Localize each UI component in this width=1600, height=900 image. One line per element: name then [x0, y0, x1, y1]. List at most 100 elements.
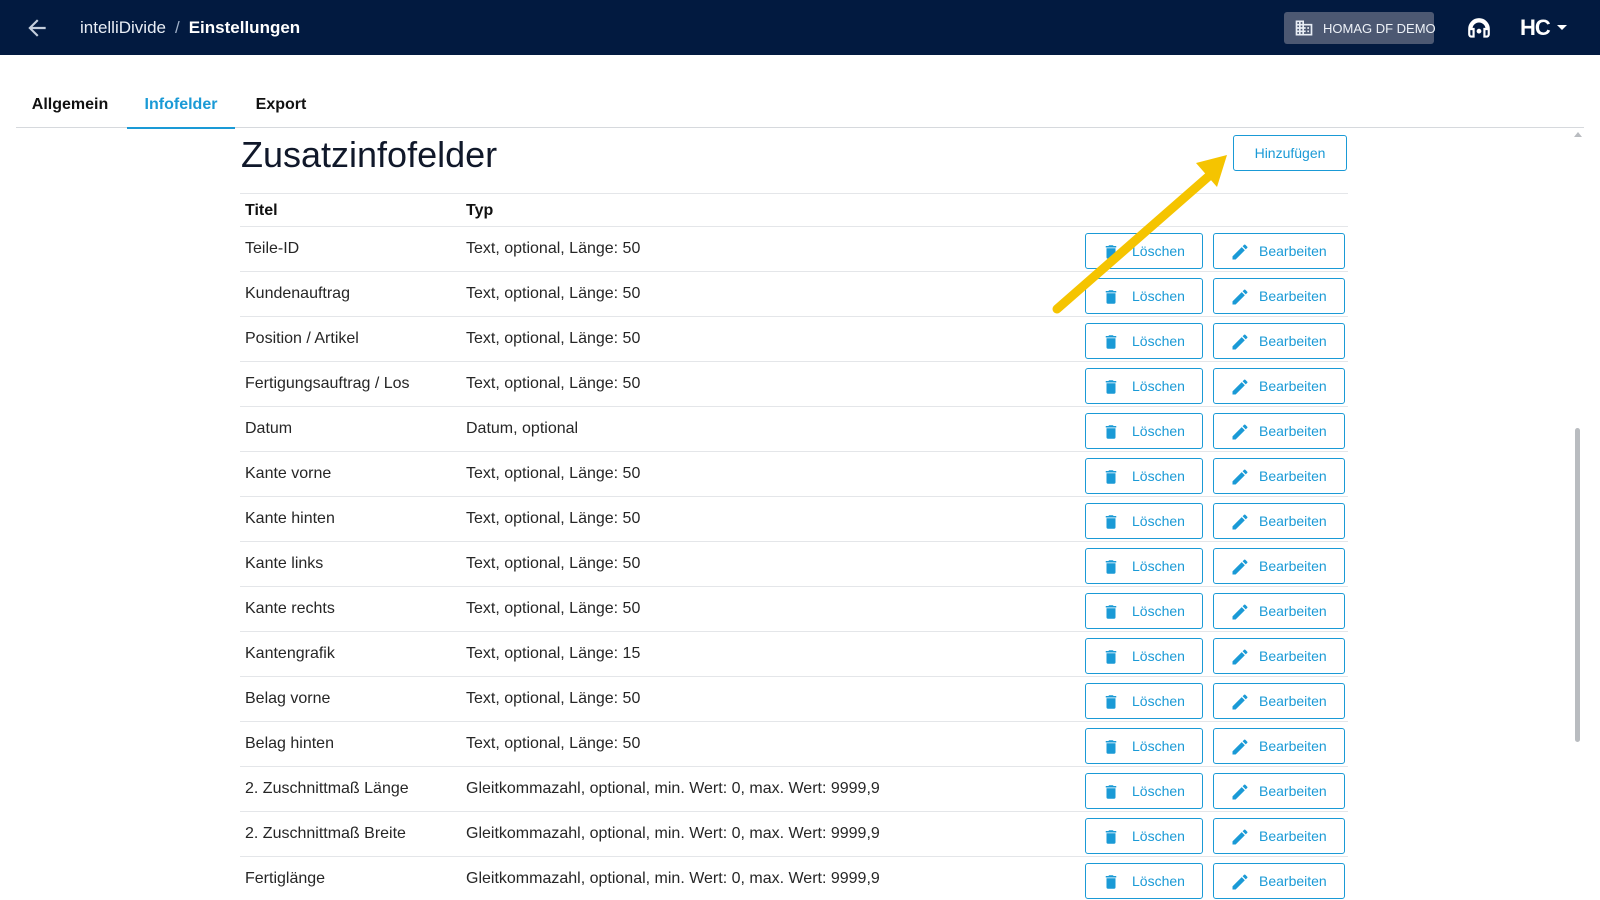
row-type: Text, optional, Länge: 50 [466, 285, 641, 302]
row-title: Datum [245, 420, 293, 437]
edit-button[interactable]: Bearbeiten [1213, 278, 1345, 314]
table-body: Teile-ID Text, optional, Länge: 50 Löschen… [240, 227, 1348, 900]
row-type: Gleitkommazahl, optional, min. Wert: 0, … [466, 870, 880, 887]
delete-button[interactable]: Löschen [1085, 323, 1203, 359]
edit-button-label: Bearbeiten [1259, 873, 1327, 889]
trash-icon [1105, 875, 1117, 889]
app-logo: HC [1520, 15, 1551, 40]
delete-button-label: Löschen [1132, 558, 1185, 574]
settings-tabs: Allgemein Infofelder Export [16, 82, 1584, 129]
delete-button[interactable]: Löschen [1085, 818, 1203, 854]
tab-export[interactable]: Export [242, 82, 320, 128]
column-header-title: Titel [245, 201, 278, 219]
edit-button[interactable]: Bearbeiten [1213, 323, 1345, 359]
table-row: 2. Zuschnittmaß Länge Gleitkommazahl, opt… [240, 767, 1348, 812]
edit-button-label: Bearbeiten [1259, 603, 1327, 619]
edit-button[interactable]: Bearbeiten [1213, 818, 1345, 854]
delete-button[interactable]: Löschen [1085, 728, 1203, 764]
pencil-icon [1232, 829, 1248, 845]
edit-button-label: Bearbeiten [1259, 648, 1327, 664]
back-button[interactable] [24, 15, 50, 41]
edit-button[interactable]: Bearbeiten [1213, 458, 1345, 494]
delete-button[interactable]: Löschen [1085, 683, 1203, 719]
row-type: Text, optional, Länge: 15 [466, 645, 641, 662]
edit-button[interactable]: Bearbeiten [1213, 413, 1345, 449]
row-title: Kante vorne [245, 465, 332, 482]
edit-button[interactable]: Bearbeiten [1213, 728, 1345, 764]
edit-button-label: Bearbeiten [1259, 333, 1327, 349]
scrollbar-thumb[interactable] [1575, 428, 1580, 742]
building-icon [1295, 20, 1313, 36]
row-title: Fertigungsauftrag / Los [245, 375, 410, 392]
edit-button[interactable]: Bearbeiten [1213, 548, 1345, 584]
delete-button[interactable]: Löschen [1085, 773, 1203, 809]
edit-button[interactable]: Bearbeiten [1213, 503, 1345, 539]
table-row: Datum Datum, optional Löschen Bearbeiten [240, 407, 1348, 452]
delete-button[interactable]: Löschen [1085, 593, 1203, 629]
delete-button[interactable]: Löschen [1085, 368, 1203, 404]
row-type: Datum, optional [466, 420, 579, 437]
row-title: Kantengrafik [245, 645, 335, 662]
edit-button[interactable]: Bearbeiten [1213, 233, 1345, 269]
row-title: Kante rechts [245, 600, 335, 617]
delete-button[interactable]: Löschen [1085, 548, 1203, 584]
delete-button-label: Löschen [1132, 873, 1185, 889]
breadcrumb-separator: / [174, 17, 180, 37]
edit-button[interactable]: Bearbeiten [1213, 683, 1345, 719]
delete-button-label: Löschen [1132, 783, 1185, 799]
breadcrumb-app[interactable]: intelliDivide [80, 18, 166, 38]
delete-button[interactable]: Löschen [1085, 638, 1203, 674]
delete-button-label: Löschen [1132, 738, 1185, 754]
table-row: Belag vorne Text, optional, Länge: 50 Lösc… [240, 677, 1348, 722]
edit-button[interactable]: Bearbeiten [1213, 863, 1345, 899]
tab-allgemein[interactable]: Allgemein [16, 82, 124, 128]
row-title: Position / Artikel [245, 330, 359, 347]
edit-button[interactable]: Bearbeiten [1213, 773, 1345, 809]
delete-button-label: Löschen [1132, 648, 1185, 664]
row-title: 2. Zuschnittmaß Breite [245, 825, 406, 842]
table-row: Kante vorne Text, optional, Länge: 50 Lösc… [240, 452, 1348, 497]
pencil-icon [1232, 784, 1248, 800]
scroll-up-arrow[interactable] [1574, 132, 1582, 137]
support-button[interactable] [1466, 16, 1492, 42]
delete-button[interactable]: Löschen [1085, 458, 1203, 494]
edit-button-label: Bearbeiten [1259, 243, 1327, 259]
delete-button[interactable]: Löschen [1085, 863, 1203, 899]
row-title: Kante hinten [245, 510, 335, 527]
pencil-icon [1232, 739, 1248, 755]
trash-icon [1105, 560, 1117, 574]
breadcrumb: intelliDivide / Einstellungen [80, 0, 300, 55]
edit-button[interactable]: Bearbeiten [1213, 368, 1345, 404]
delete-button[interactable]: Löschen [1085, 278, 1203, 314]
row-type: Text, optional, Länge: 50 [466, 240, 641, 257]
row-title: Belag hinten [245, 735, 334, 752]
delete-button-label: Löschen [1132, 693, 1185, 709]
table-row: Belag hinten Text, optional, Länge: 50 Lös… [240, 722, 1348, 767]
add-button[interactable]: Hinzufügen [1233, 135, 1347, 171]
caret-down-icon [1556, 25, 1567, 30]
delete-button-label: Löschen [1132, 828, 1185, 844]
edit-button[interactable]: Bearbeiten [1213, 593, 1345, 629]
edit-button-label: Bearbeiten [1259, 378, 1327, 394]
delete-button-label: Löschen [1132, 423, 1185, 439]
edit-button-label: Bearbeiten [1259, 693, 1327, 709]
top-bar: intelliDivide / Einstellungen HOMAG DF D… [0, 0, 1600, 55]
row-title: Kante links [245, 555, 324, 572]
delete-button[interactable]: Löschen [1085, 233, 1203, 269]
trash-icon [1105, 470, 1117, 484]
delete-button-label: Löschen [1132, 378, 1185, 394]
app-switcher-button[interactable]: HC [1520, 14, 1568, 42]
pencil-icon [1232, 469, 1248, 485]
delete-button[interactable]: Löschen [1085, 413, 1203, 449]
tab-infofelder[interactable]: Infofelder [127, 82, 235, 129]
edit-button-label: Bearbeiten [1259, 828, 1327, 844]
column-header-type: Typ [466, 201, 494, 219]
row-title: Kundenauftrag [245, 285, 350, 302]
edit-button-label: Bearbeiten [1259, 468, 1327, 484]
trash-icon [1105, 245, 1117, 259]
pencil-icon [1232, 424, 1248, 440]
tenant-selector-button[interactable]: HOMAG DF DEMO [1284, 12, 1436, 44]
edit-button[interactable]: Bearbeiten [1213, 638, 1345, 674]
row-type: Text, optional, Länge: 50 [466, 510, 641, 527]
delete-button[interactable]: Löschen [1085, 503, 1203, 539]
